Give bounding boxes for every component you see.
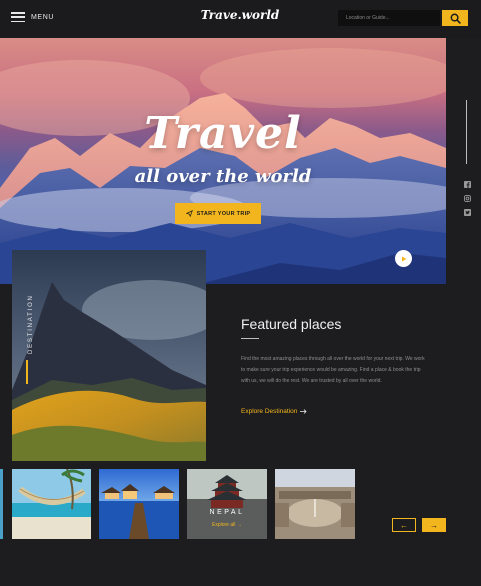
paper-plane-icon [185, 210, 193, 217]
facebook-icon[interactable] [463, 180, 471, 188]
destination-image [12, 250, 206, 461]
start-trip-label: START YOUR TRIP [196, 210, 251, 217]
explore-destination-label: Explore Destination [241, 408, 298, 415]
place-card-beach[interactable] [12, 469, 91, 539]
instagram-icon[interactable] [463, 194, 471, 202]
scroll-indicator [466, 100, 467, 164]
place-card-partial[interactable] [0, 469, 3, 539]
place-name-nepal: NEPAL [209, 509, 245, 516]
search-button[interactable] [442, 10, 468, 26]
hamburger-icon [11, 12, 25, 22]
beach-hammock-image [12, 469, 91, 539]
hero-subtitle: all over the world [134, 166, 312, 187]
menu-label: MENU [31, 13, 55, 21]
site-logo[interactable]: Trave.world [200, 8, 280, 22]
hero-title: Travel [144, 108, 302, 159]
explore-all-label: Explore all [212, 522, 236, 528]
arrow-right-icon [300, 409, 307, 414]
featured-title: Featured places [241, 316, 342, 332]
explore-destination-link[interactable]: Explore Destination [241, 408, 307, 415]
city-square-image [275, 469, 355, 539]
arrow-left-icon: ← [400, 520, 408, 530]
temple-image [187, 469, 267, 539]
destination-accent-bar [26, 360, 28, 384]
arrow-right-small-icon: → [236, 522, 242, 528]
next-button[interactable]: → [422, 518, 446, 532]
arrow-right-nav-icon: → [430, 520, 438, 530]
play-video-button[interactable] [395, 250, 412, 267]
destination-label: DESTINATION [28, 294, 34, 354]
prev-button[interactable]: ← [392, 518, 416, 532]
search-icon [450, 13, 461, 24]
top-header: MENU Trave.world [0, 0, 481, 38]
featured-description: Find the most amazing places through all… [241, 356, 425, 384]
place-card-villas[interactable] [99, 469, 179, 539]
mountain-valley-image [12, 250, 206, 461]
water-villas-image [99, 469, 179, 539]
featured-divider [241, 338, 259, 339]
menu-button[interactable]: MENU [11, 12, 54, 22]
search-input[interactable] [338, 10, 440, 26]
hero-banner: Travel all over the world START YOUR TRI… [0, 38, 446, 284]
twitter-icon[interactable] [463, 208, 471, 216]
place-card-city[interactable] [275, 469, 355, 539]
play-icon [401, 256, 406, 261]
place-card-nepal[interactable] [187, 469, 267, 539]
explore-all-link[interactable]: Explore all → [212, 522, 242, 528]
mountain-landscape-image [0, 48, 446, 284]
start-trip-button[interactable]: START YOUR TRIP [175, 203, 261, 224]
